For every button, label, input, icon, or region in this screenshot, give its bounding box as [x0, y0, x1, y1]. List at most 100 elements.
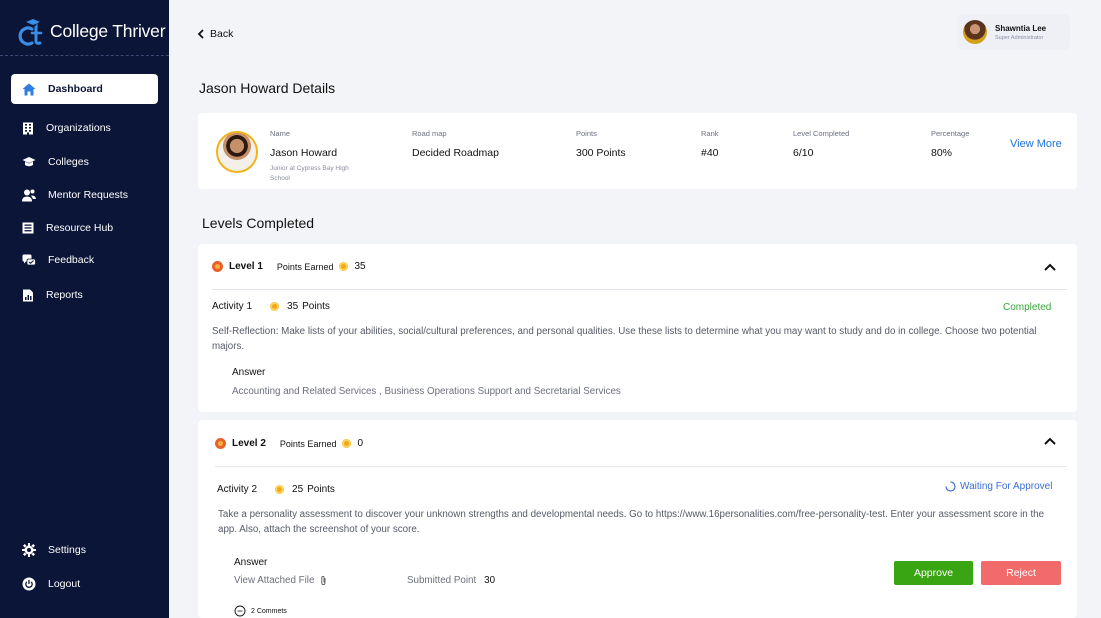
- sidebar-item-reports[interactable]: Reports: [11, 280, 158, 310]
- brand-logo[interactable]: College Thriver: [18, 13, 166, 49]
- sidebar-item-mentor-requests[interactable]: Mentor Requests: [11, 180, 158, 210]
- user-profile-chip[interactable]: Shawntia Lee Super Administrator: [957, 14, 1070, 50]
- level-badge-icon: [212, 261, 223, 272]
- users-icon: [22, 189, 36, 201]
- back-button[interactable]: Back: [197, 28, 233, 40]
- activity-points-unit: Points: [307, 484, 335, 495]
- chevron-up-icon[interactable]: [1044, 437, 1056, 445]
- sidebar-item-label: Colleges: [48, 156, 89, 168]
- rank-column: Rank #40: [701, 129, 719, 159]
- level-header[interactable]: Level 2 Points Earned 0: [215, 438, 363, 449]
- graduation-cap-icon: [22, 157, 36, 167]
- roadmap-column: Road map Decided Roadmap: [412, 129, 499, 159]
- student-avatar: [216, 131, 258, 173]
- comment-icon: [234, 605, 246, 617]
- comments-count: 2 Commets: [251, 607, 287, 615]
- sidebar-item-logout[interactable]: Logout: [11, 569, 158, 599]
- reject-button[interactable]: Reject: [981, 561, 1061, 585]
- rank-label: Rank: [701, 129, 719, 138]
- building-icon: [23, 122, 33, 134]
- level-column: Level Completed 6/10: [793, 129, 849, 159]
- user-role: Super Administrator: [995, 34, 1044, 41]
- submitted-point: Submitted Point 30: [407, 575, 495, 586]
- power-icon: [22, 577, 36, 591]
- points-earned-label: Points Earned: [279, 438, 337, 449]
- sidebar-item-organizations[interactable]: Organizations: [11, 113, 158, 143]
- level-completed-value: 6/10: [793, 147, 814, 159]
- points-earned-label: Points Earned: [276, 261, 334, 272]
- coin-icon: [270, 302, 280, 311]
- home-icon: [22, 83, 36, 95]
- student-name: Jason Howard: [270, 147, 338, 159]
- points-label: Points: [576, 129, 597, 138]
- sidebar-item-label: Reports: [46, 289, 83, 301]
- sidebar-item-label: Dashboard: [48, 83, 103, 95]
- activity-row: Activity 2 25 Points: [217, 484, 335, 495]
- name-label: Name: [270, 129, 291, 138]
- activity-description: Self-Reflection: Make lists of your abil…: [212, 326, 1037, 352]
- level-header[interactable]: Level 1 Points Earned 35: [212, 261, 366, 272]
- sidebar-item-label: Logout: [48, 578, 81, 590]
- level-card-1: Level 1 Points Earned 35 Activity 1 35 P…: [198, 244, 1077, 412]
- activity-points-unit: Points: [302, 301, 330, 312]
- gear-icon: [22, 543, 36, 557]
- sidebar-item-colleges[interactable]: Colleges: [11, 147, 158, 177]
- activity-description: Take a personality assessment to discove…: [218, 509, 1045, 535]
- answer-label: Answer: [234, 557, 268, 568]
- points-earned-value: 0: [357, 438, 364, 449]
- coin-icon: [275, 485, 285, 494]
- divider: [215, 466, 1067, 467]
- points-column: Points 300 Points: [576, 129, 626, 159]
- activity-points: 25: [292, 484, 304, 495]
- comments-link[interactable]: 2 Commets: [234, 605, 287, 617]
- sidebar-item-label: Settings: [48, 544, 86, 556]
- points-earned-value: 35: [354, 261, 366, 272]
- sidebar-item-settings[interactable]: Settings: [11, 535, 158, 565]
- coin-icon: [339, 262, 349, 271]
- report-icon: [23, 289, 33, 301]
- answer-label: Answer: [232, 367, 266, 378]
- user-avatar: [963, 20, 987, 44]
- brand-name: College Thriver: [50, 20, 166, 41]
- page-title: Jason Howard Details: [199, 80, 336, 96]
- sidebar-item-label: Resource Hub: [46, 222, 114, 234]
- coin-icon: [342, 439, 352, 448]
- activity-name: Activity 1: [212, 301, 253, 312]
- sidebar-item-dashboard[interactable]: Dashboard: [11, 74, 158, 104]
- sidebar-item-label: Feedback: [48, 254, 95, 266]
- list-icon: [22, 222, 34, 234]
- activity-name: Activity 2: [217, 484, 258, 495]
- chevron-up-icon[interactable]: [1044, 263, 1056, 271]
- level-title: Level 2: [232, 438, 266, 449]
- view-more-link[interactable]: View More: [1010, 138, 1062, 150]
- sidebar: College Thriver Dashboard Organizations …: [0, 0, 169, 618]
- view-attached-file-link[interactable]: View Attached File: [234, 575, 327, 586]
- sidebar-item-label: Organizations: [46, 122, 111, 134]
- sidebar-item-feedback[interactable]: Feedback: [11, 245, 158, 275]
- college-thriver-logo-icon: [18, 19, 43, 46]
- paperclip-icon: [321, 575, 326, 585]
- points-value: 300 Points: [576, 147, 626, 159]
- submitted-point-label: Submitted Point: [407, 575, 477, 586]
- percentage-label: Percentage: [931, 129, 970, 138]
- level-title: Level 1: [229, 261, 263, 272]
- attachment-label: View Attached File: [234, 575, 315, 586]
- chat-icon: [22, 254, 36, 265]
- activity-row: Activity 1 35 Points: [212, 301, 330, 312]
- student-school: Junior at Cypress Bay High School: [270, 165, 349, 182]
- roadmap-label: Road map: [412, 129, 447, 138]
- sidebar-item-label: Mentor Requests: [48, 189, 128, 201]
- roadmap-value: Decided Roadmap: [412, 147, 499, 159]
- percentage-value: 80%: [931, 147, 953, 159]
- level-badge-icon: [215, 438, 226, 449]
- percentage-column: Percentage 80%: [931, 129, 969, 159]
- user-name: Shawntia Lee: [995, 23, 1047, 33]
- loading-spinner-icon: [945, 481, 956, 492]
- approve-button[interactable]: Approve: [894, 561, 973, 585]
- back-label: Back: [210, 28, 234, 40]
- sidebar-item-resource-hub[interactable]: Resource Hub: [11, 213, 158, 243]
- sidebar-divider: [0, 55, 169, 56]
- name-column: Name Jason Howard Junior at Cypress Bay …: [270, 129, 352, 184]
- submitted-point-value: 30: [484, 575, 496, 586]
- level-card-2: Level 2 Points Earned 0 Activity 2 25 Po…: [198, 420, 1077, 618]
